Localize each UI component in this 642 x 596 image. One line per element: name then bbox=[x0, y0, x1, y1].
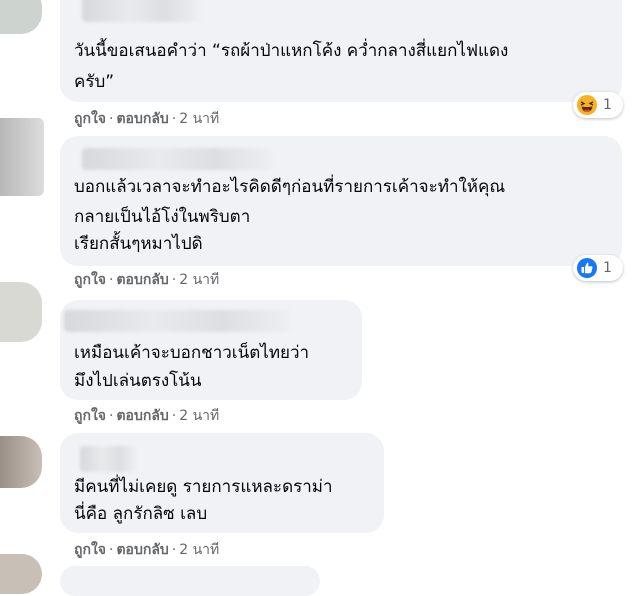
timestamp[interactable]: 2 นาที bbox=[179, 408, 219, 424]
comment-text: กลายเป็นไอ้โง่ในพริบตา bbox=[74, 207, 251, 227]
reaction-count: 1 bbox=[603, 97, 612, 113]
reaction-count: 1 bbox=[603, 260, 612, 276]
reply-link[interactable]: ตอบกลับ bbox=[116, 272, 168, 288]
comment-bubble bbox=[60, 566, 320, 596]
like-link[interactable]: ถูกใจ bbox=[74, 542, 106, 558]
timestamp[interactable]: 2 นาที bbox=[179, 111, 219, 127]
avatar[interactable] bbox=[0, 436, 42, 488]
commenter-name-blurred[interactable] bbox=[80, 446, 136, 472]
comment-actions: ถูกใจ · ตอบกลับ · 2 นาที bbox=[74, 542, 220, 558]
commenter-name-blurred[interactable] bbox=[82, 148, 272, 170]
comment-text: บอกแล้วเวลาจะทำอะไรคิดดีๆก่อนที่รายการเค… bbox=[74, 177, 506, 197]
timestamp[interactable]: 2 นาที bbox=[179, 272, 219, 288]
avatar[interactable] bbox=[0, 118, 44, 196]
comment-text: วันนี้ขอเสนอคำว่า “รถผ้าป่าแหกโค้ง คว่ำก… bbox=[74, 41, 509, 61]
commenter-name-blurred[interactable] bbox=[82, 0, 200, 22]
comment-actions: ถูกใจ · ตอบกลับ · 2 นาที bbox=[74, 408, 220, 424]
haha-icon bbox=[577, 95, 597, 115]
like-link[interactable]: ถูกใจ bbox=[74, 408, 106, 424]
comment-actions: ถูกใจ · ตอบกลับ · 2 นาที bbox=[74, 272, 220, 288]
like-link[interactable]: ถูกใจ bbox=[74, 111, 106, 127]
comment-text: นี่คือ ลูกรักลิซ เลบ bbox=[74, 504, 208, 524]
comment-text: เหมือนเค้าจะบอกชาวเน็ตไทยว่า bbox=[74, 343, 310, 363]
reaction-summary[interactable]: 1 bbox=[573, 92, 623, 118]
comment-text: ครับ” bbox=[74, 72, 115, 92]
reply-link[interactable]: ตอบกลับ bbox=[116, 111, 168, 127]
comment-text: มึงไปเล่นตรงโน้น bbox=[74, 371, 202, 391]
like-icon bbox=[577, 258, 597, 278]
comment-text: มีคนที่ไม่เคยดู รายการแหละดราม่า bbox=[74, 477, 333, 497]
avatar[interactable] bbox=[0, 0, 42, 34]
avatar[interactable] bbox=[0, 282, 42, 342]
avatar[interactable] bbox=[0, 554, 42, 594]
comment-text: เรียกสั้นๆหมาไปดิ bbox=[74, 234, 203, 254]
commenter-name-blurred[interactable] bbox=[64, 310, 290, 332]
comment-actions: ถูกใจ · ตอบกลับ · 2 นาที bbox=[74, 111, 220, 127]
reply-link[interactable]: ตอบกลับ bbox=[116, 542, 168, 558]
reply-link[interactable]: ตอบกลับ bbox=[116, 408, 168, 424]
timestamp[interactable]: 2 นาที bbox=[179, 542, 219, 558]
like-link[interactable]: ถูกใจ bbox=[74, 272, 106, 288]
reaction-summary[interactable]: 1 bbox=[573, 255, 623, 281]
